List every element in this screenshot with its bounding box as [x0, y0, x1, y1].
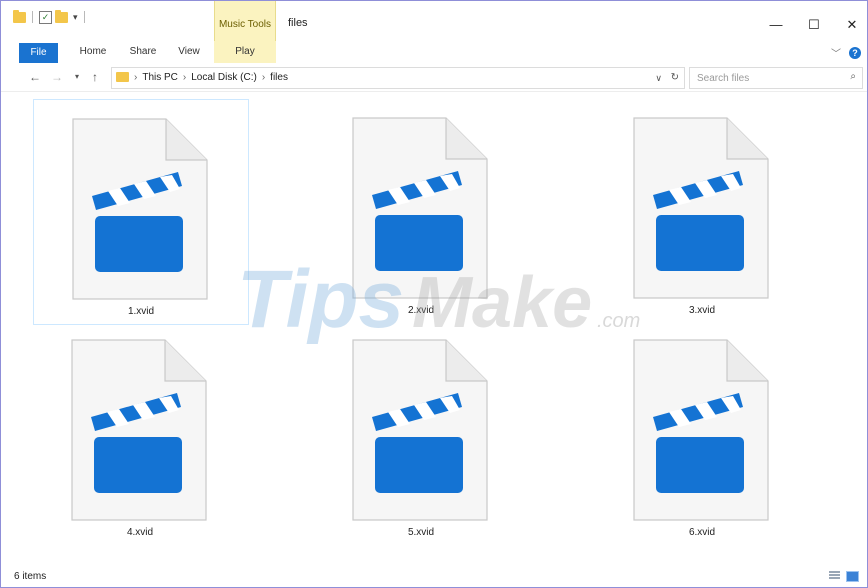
breadcrumb-separator: › — [261, 72, 266, 83]
video-file-icon — [352, 339, 488, 521]
ribbon-tabs: File Home Share View Play — [1, 41, 867, 64]
expand-ribbon-icon[interactable]: ﹀ — [831, 45, 841, 60]
breadcrumb: › This PC › Local Disk (C:) › files — [134, 68, 288, 88]
explorer-window: ✓ ▾ Music Tools files — ☐ ✕ File Home Sh… — [0, 0, 868, 588]
qat-separator — [32, 11, 33, 23]
ribbon-controls: ﹀ ? — [831, 45, 861, 60]
watermark-tips: Tips — [237, 254, 404, 345]
status-bar: 6 items — [1, 567, 867, 587]
tab-file[interactable]: File — [19, 43, 58, 63]
tab-view[interactable]: View — [169, 41, 209, 63]
navigation-bar: ← → ▾ ↑ › This PC › Local Disk (C:) › fi… — [1, 63, 867, 92]
search-box[interactable]: ⌕ — [689, 67, 863, 89]
up-arrow-icon[interactable]: ↑ — [87, 68, 103, 86]
watermark-com: .com — [597, 310, 640, 332]
file-item[interactable]: 5.xvid — [314, 321, 528, 545]
file-item[interactable]: 6.xvid — [595, 321, 809, 545]
search-input[interactable] — [697, 71, 837, 85]
breadcrumb-files[interactable]: files — [270, 68, 288, 88]
watermark-make: Make — [412, 263, 592, 343]
properties-icon[interactable]: ✓ — [39, 10, 52, 24]
video-file-icon — [71, 339, 207, 521]
title-bar: ✓ ▾ Music Tools files — ☐ ✕ — [1, 1, 867, 41]
file-item[interactable]: 4.xvid — [33, 321, 247, 545]
refresh-icon[interactable]: ↻ — [671, 68, 679, 88]
large-icons-view-icon[interactable] — [846, 571, 859, 582]
file-name: 4.xvid — [126, 527, 154, 538]
minimize-button[interactable]: — — [760, 13, 792, 37]
breadcrumb-separator: › — [182, 72, 187, 83]
new-folder-icon[interactable] — [55, 9, 68, 23]
details-view-icon[interactable] — [829, 571, 840, 580]
tipsmake-watermark: Tips Make .com — [237, 254, 640, 345]
folder-icon — [116, 72, 129, 82]
maximize-button[interactable]: ☐ — [798, 13, 830, 37]
qat-separator — [83, 11, 85, 23]
window-title: files — [288, 17, 308, 29]
customize-qat-icon[interactable]: ▾ — [73, 12, 78, 23]
tab-share[interactable]: Share — [123, 41, 163, 63]
chevron-down-icon[interactable]: ∨ — [655, 68, 662, 88]
video-file-icon — [72, 118, 208, 300]
help-icon[interactable]: ? — [849, 46, 861, 59]
item-count: 6 items — [14, 571, 47, 582]
context-tab-group-label: Music Tools — [218, 19, 272, 30]
tab-play[interactable]: Play — [214, 41, 276, 63]
video-file-icon — [633, 339, 769, 521]
close-button[interactable]: ✕ — [836, 13, 867, 37]
breadcrumb-this-pc[interactable]: This PC — [142, 68, 178, 88]
view-switcher — [829, 571, 859, 582]
file-item[interactable]: 1.xvid — [33, 99, 249, 325]
back-arrow-icon[interactable]: ← — [27, 68, 43, 86]
quick-access-toolbar: ✓ ▾ — [13, 7, 88, 27]
address-bar[interactable]: › This PC › Local Disk (C:) › files ∨ ↻ — [111, 67, 685, 89]
forward-arrow-icon[interactable]: → — [49, 68, 65, 86]
breadcrumb-separator: › — [134, 72, 138, 83]
folder-icon[interactable] — [13, 9, 26, 23]
file-name: 6.xvid — [688, 527, 716, 538]
tab-home[interactable]: Home — [73, 41, 113, 63]
file-name: 1.xvid — [127, 306, 155, 317]
recent-locations-icon[interactable]: ▾ — [69, 68, 85, 86]
file-name: 5.xvid — [407, 527, 435, 538]
breadcrumb-local-disk[interactable]: Local Disk (C:) — [191, 68, 257, 88]
search-icon[interactable]: ⌕ — [850, 71, 856, 82]
